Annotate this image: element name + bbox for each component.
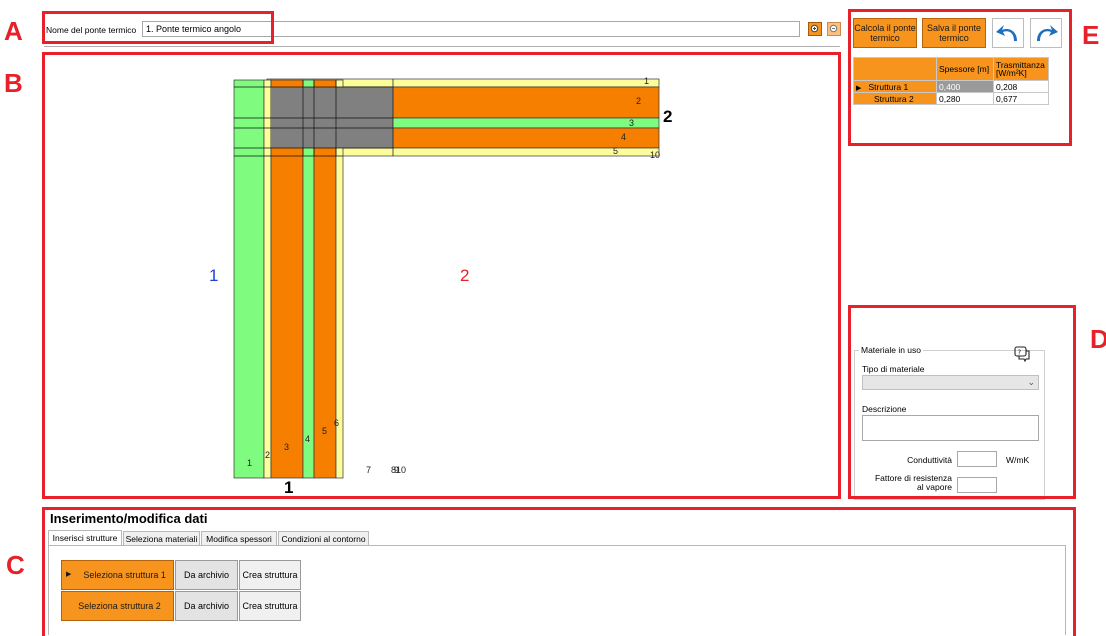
zoom-out-icon [829, 24, 838, 33]
zoom-in-icon [810, 24, 819, 33]
callout-e: E [1082, 20, 1100, 50]
region-a-box [42, 11, 274, 44]
callout-c: C [6, 550, 25, 580]
region-b-box [42, 52, 841, 499]
region-e-box [848, 9, 1072, 146]
region-d-box [848, 305, 1076, 499]
zoom-in-button[interactable] [808, 22, 822, 36]
zoom-out-button[interactable] [827, 22, 841, 36]
callout-d: D [1090, 324, 1106, 354]
callout-a: A [4, 16, 23, 46]
region-c-box [42, 507, 1076, 636]
callout-b: B [4, 68, 23, 98]
separator-line [44, 46, 840, 47]
